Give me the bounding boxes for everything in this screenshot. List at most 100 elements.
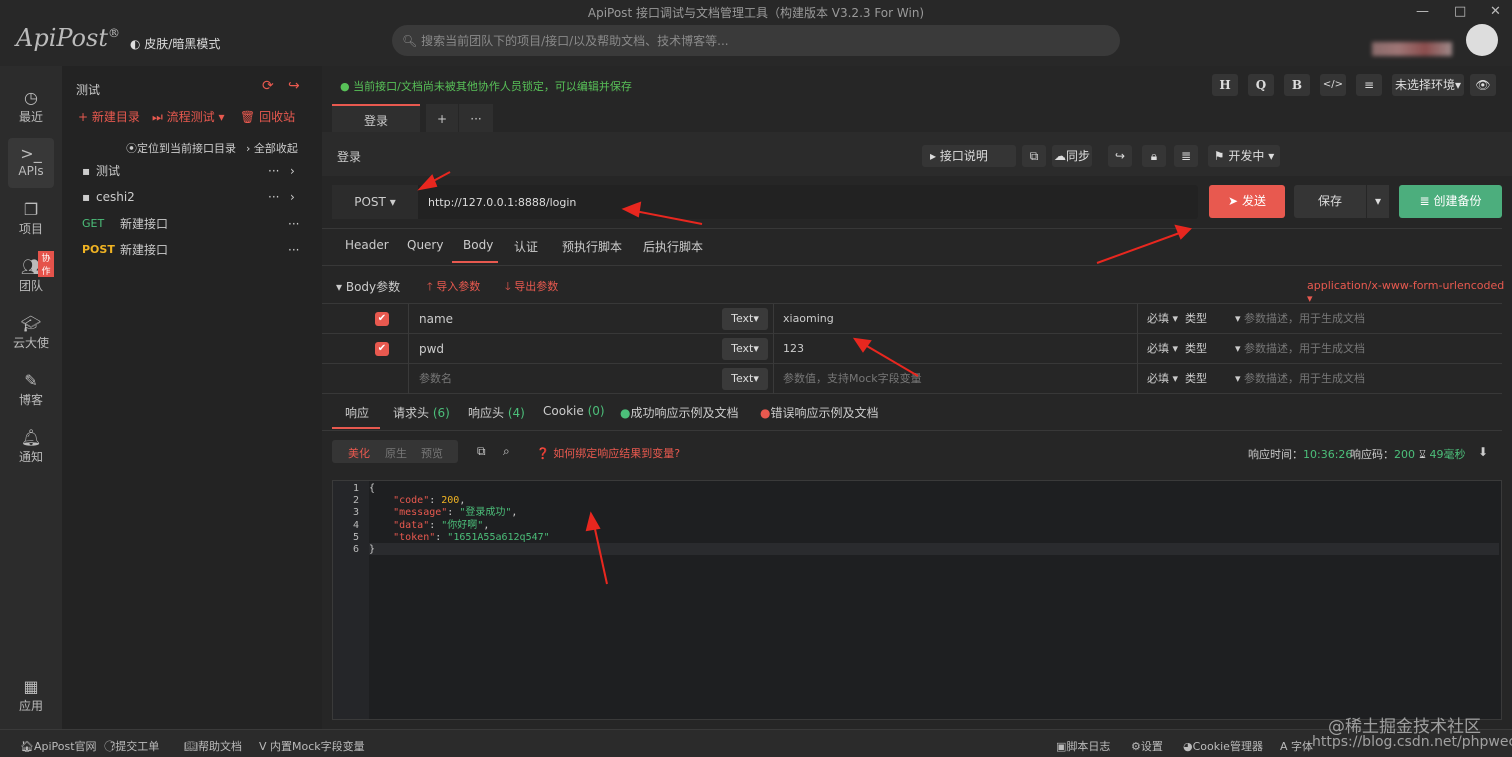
close-button[interactable]: ✕ [1490,4,1501,19]
tab-auth[interactable]: 认证 [514,238,538,255]
settings-button[interactable]: ≡ [1356,74,1382,96]
more-icon[interactable]: ··· [288,212,299,236]
avatar[interactable] [1466,24,1498,56]
script-log-link[interactable]: ▣脚本日志 [1056,738,1110,754]
view-preview[interactable]: 预览 [421,445,443,461]
param-desc-input[interactable]: 参数描述，用于生成文档 [1244,342,1365,355]
tab-response[interactable]: 响应 [345,404,369,421]
q-button[interactable]: Q [1248,74,1274,96]
backup-button[interactable]: ≣ 创建备份 [1399,185,1502,218]
tab-response-headers[interactable]: 响应头 (4) [468,404,525,421]
font-size-link[interactable]: A 字体 [1280,738,1313,754]
nav-apps[interactable]: ▦ 应用 [8,671,54,721]
tab-more[interactable]: ··· [459,104,493,132]
tab-body[interactable]: Body [463,238,493,252]
download-icon[interactable]: ⬇ [1478,445,1488,459]
vtype-select[interactable]: 类型 ▾ [1185,372,1241,385]
url-input[interactable]: http://127.0.0.1:8888/login [428,196,576,209]
save-dropdown[interactable]: ▾ [1367,185,1389,218]
collapse-all-button[interactable]: › 全部收起 [246,140,298,156]
view-pretty[interactable]: 美化 [348,445,370,461]
tree-api[interactable]: POST 新建接口 ··· [62,238,322,262]
share-icon[interactable]: ↪ [1108,145,1132,167]
maximize-button[interactable]: □ [1454,4,1466,19]
body-params-toggle[interactable]: ▾ Body参数 [336,278,400,295]
more-icon[interactable]: ··· [268,185,279,209]
nav-notify[interactable]: 🔔︎ 通知 [8,422,54,472]
more-icon[interactable]: ··· [288,238,299,262]
import-params-button[interactable]: 🡑 导入参数 [427,278,480,297]
tab-login[interactable]: 登录 [332,104,420,132]
tree-api[interactable]: GET 新建接口 ··· [62,212,322,236]
send-button[interactable]: ➤ 发送 [1209,185,1285,218]
recycle-button[interactable]: 🗑︎ 回收站 [240,108,295,125]
sync-button[interactable]: ☁同步 [1052,145,1092,167]
export-params-button[interactable]: 🡓 导出参数 [505,278,558,297]
tree-folder[interactable]: ▪ 测试 ··· › [62,159,322,183]
nav-ambassador[interactable]: 🎓︎ 云大使 [8,308,54,358]
param-desc-input[interactable]: 参数描述，用于生成文档 [1244,312,1365,325]
param-value-input[interactable]: 参数值，支持Mock字段变量 [773,364,1137,394]
lock-icon[interactable]: 🔒︎ [1142,145,1166,167]
refresh-icon[interactable]: ⟳ [262,78,274,94]
tab-post-script[interactable]: 后执行脚本 [643,238,703,255]
tab-pre-script[interactable]: 预执行脚本 [562,238,622,255]
type-select[interactable]: Text▾ [722,368,768,390]
copy-icon[interactable]: ⧉ [477,444,486,459]
nav-recent[interactable]: ◷ 最近 [8,82,54,132]
skin-toggle[interactable]: ◐ 皮肤/暗黑模式 [130,35,220,52]
content-type-select[interactable]: application/x-www-form-urlencoded ▾ [1307,279,1512,305]
tab-error-example[interactable]: ●错误响应示例及文档 [760,404,879,421]
checkbox[interactable]: ✔ [375,312,389,326]
tab-query[interactable]: Query [407,238,443,252]
tab-cookie[interactable]: Cookie (0) [543,404,605,418]
tree-folder[interactable]: ▪ ceshi2 ··· › [62,185,322,209]
b-button[interactable]: B [1284,74,1310,96]
tab-add[interactable]: + [426,104,458,132]
vtype-select[interactable]: 类型 ▾ [1185,312,1241,325]
checkbox[interactable]: ✔ [375,342,389,356]
tab-header[interactable]: Header [345,238,389,252]
bind-help-link[interactable]: ❓ 如何绑定响应结果到变量? [536,445,680,461]
type-select[interactable]: Text▾ [722,338,768,360]
view-raw[interactable]: 原生 [385,445,407,461]
search-icon[interactable]: ⌕ [503,444,510,459]
param-value-input[interactable]: xiaoming [773,304,1137,334]
response-editor[interactable]: 123456 { "code": 200, "message": "登录成功",… [332,480,1502,720]
type-select[interactable]: Text▾ [722,308,768,330]
nav-blog[interactable]: ✎ 博客 [8,365,54,415]
mock-vars-link[interactable]: V 内置Mock字段变量 [259,738,365,754]
param-desc-input[interactable]: 参数描述，用于生成文档 [1244,372,1365,385]
env-select[interactable]: 未选择环境▾ [1392,74,1464,96]
database-icon[interactable]: ≣ [1174,145,1198,167]
locate-button[interactable]: ⦿定位到当前接口目录 [126,140,236,156]
param-name-input[interactable]: 参数名 [408,364,768,394]
tab-request-headers[interactable]: 请求头 (6) [393,404,450,421]
required-select[interactable]: 必填 ▾ [1147,372,1178,385]
required-select[interactable]: 必填 ▾ [1147,342,1178,355]
minimize-button[interactable]: — [1416,4,1429,19]
code-button[interactable]: </> [1320,74,1346,96]
tab-success-example[interactable]: ●成功响应示例及文档 [620,404,739,421]
param-name-input[interactable]: name [408,304,768,334]
new-dir-button[interactable]: + 新建目录 [78,108,140,125]
vtype-select[interactable]: 类型 ▾ [1185,342,1241,355]
param-value-input[interactable]: 123 [773,334,1137,364]
nav-team[interactable]: 👥︎ 团队 协作 [8,251,54,301]
search-input[interactable]: 🔍︎ 搜索当前团队下的项目/接口/以及帮助文档、技术博客等... [392,25,1120,56]
param-name-input[interactable]: pwd [408,334,768,364]
h-button[interactable]: H [1212,74,1238,96]
method-select[interactable]: POST ▾ [332,185,418,219]
status-select[interactable]: ⚑ 开发中 ▾ [1208,145,1280,167]
required-select[interactable]: 必填 ▾ [1147,312,1178,325]
nav-apis[interactable]: >_ APIs [8,138,54,188]
flow-test-button[interactable]: ⏭ 流程测试 ▾ [152,108,224,125]
settings-link[interactable]: ⚙设置 [1131,738,1163,754]
nav-project[interactable]: ❐ 项目 [8,194,54,244]
cookie-manager-link[interactable]: ◕Cookie管理器 [1183,738,1263,754]
share-icon[interactable]: ↪ [288,78,300,94]
save-button[interactable]: 保存 [1294,185,1366,218]
api-doc-button[interactable]: ▸ 接口说明 [922,145,1016,167]
eye-icon[interactable]: 👁 [1470,74,1496,96]
more-icon[interactable]: ··· [268,159,279,183]
